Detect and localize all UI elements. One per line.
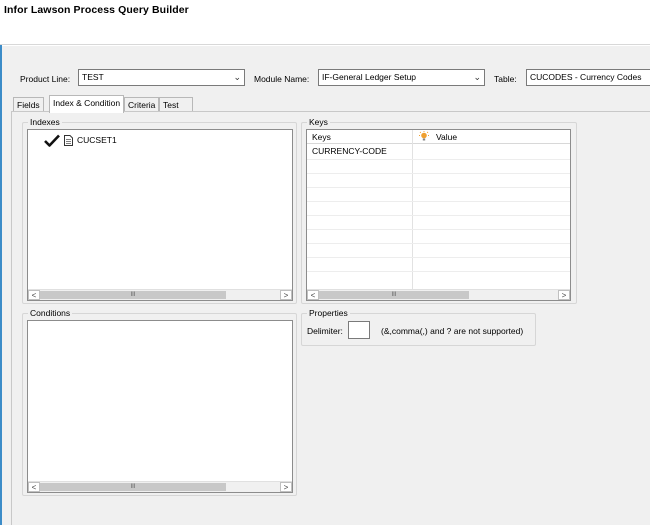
properties-title: Properties — [307, 308, 350, 318]
conditions-hscrollbar[interactable]: < III > — [28, 481, 292, 492]
product-line-label: Product Line: — [20, 74, 71, 84]
arrow-right-icon[interactable]: > — [280, 290, 292, 300]
keys-group: Keys Keys Value CURRENCY-CODE < III > — [301, 117, 577, 304]
window-title: Infor Lawson Process Query Builder — [4, 4, 189, 16]
table-select[interactable]: CUCODES - Currency Codes — [526, 69, 650, 86]
arrow-right-icon[interactable]: > — [558, 290, 570, 300]
product-line-select[interactable]: TEST ⌄ — [78, 69, 245, 86]
row-divider — [307, 257, 570, 258]
tab-test-label: Test — [163, 100, 179, 110]
delimiter-label: Delimiter: — [307, 326, 343, 336]
scroll-thumb[interactable]: III — [40, 483, 226, 491]
indexes-title: Indexes — [28, 117, 62, 127]
arrow-left-icon[interactable]: < — [28, 482, 40, 492]
row-divider — [307, 215, 570, 216]
chevron-down-icon: ⌄ — [233, 72, 241, 82]
indexes-group: Indexes CUCSET1 < III > — [22, 117, 297, 304]
row-divider — [307, 243, 570, 244]
row-divider — [307, 159, 570, 160]
product-line-value: TEST — [82, 72, 104, 82]
arrow-left-icon[interactable]: < — [307, 290, 319, 300]
row-divider — [307, 201, 570, 202]
delimiter-note: (&,comma(,) and ? are not supported) — [381, 326, 524, 336]
scroll-grip: III — [130, 484, 136, 490]
tab-index-condition[interactable]: Index & Condition — [49, 95, 124, 113]
keys-grid-header: Keys Value — [307, 130, 570, 144]
value-column-header[interactable]: Value — [436, 132, 457, 142]
conditions-title: Conditions — [28, 308, 73, 318]
tab-index-condition-label: Index & Condition — [53, 98, 121, 108]
table-value: CUCODES - Currency Codes — [530, 72, 642, 82]
main-area: Product Line: TEST ⌄ Module Name: IF-Gen… — [2, 46, 650, 525]
keys-grid[interactable]: Keys Value CURRENCY-CODE < III > — [306, 129, 571, 301]
check-icon[interactable] — [44, 134, 60, 150]
document-icon — [64, 135, 73, 148]
title-bar: Infor Lawson Process Query Builder — [0, 0, 650, 45]
lightbulb-icon — [419, 131, 429, 144]
scroll-thumb[interactable]: III — [319, 291, 469, 299]
scroll-thumb[interactable]: III — [40, 291, 226, 299]
indexes-hscrollbar[interactable]: < III > — [28, 289, 292, 300]
row-divider — [307, 187, 570, 188]
scroll-grip: III — [130, 292, 136, 298]
arrow-left-icon[interactable]: < — [28, 290, 40, 300]
tab-fields-label: Fields — [17, 100, 40, 110]
table-row[interactable]: CURRENCY-CODE — [312, 146, 387, 156]
scroll-grip: III — [391, 292, 397, 298]
conditions-group: Conditions < III > — [22, 308, 297, 496]
module-name-select[interactable]: IF-General Ledger Setup ⌄ — [318, 69, 485, 86]
delimiter-input[interactable] — [348, 321, 370, 339]
table-label: Table: — [494, 74, 517, 84]
module-name-value: IF-General Ledger Setup — [322, 72, 417, 82]
row-divider — [307, 173, 570, 174]
arrow-right-icon[interactable]: > — [280, 482, 292, 492]
index-label: CUCSET1 — [77, 135, 117, 145]
indexes-list[interactable]: CUCSET1 < III > — [27, 129, 293, 301]
index-condition-panel: Indexes CUCSET1 < III > Keys Keys Value … — [11, 111, 650, 525]
column-divider — [412, 130, 413, 289]
keys-column-header[interactable]: Keys — [312, 132, 331, 142]
row-divider — [307, 229, 570, 230]
chevron-down-icon: ⌄ — [473, 72, 481, 82]
module-name-label: Module Name: — [254, 74, 310, 84]
keys-hscrollbar[interactable]: < III > — [307, 289, 570, 300]
properties-group: Properties Delimiter: (&,comma(,) and ? … — [301, 308, 536, 346]
keys-title: Keys — [307, 117, 330, 127]
tab-criteria-label: Criteria — [128, 100, 156, 110]
row-divider — [307, 271, 570, 272]
conditions-list[interactable]: < III > — [27, 320, 293, 493]
key-cell: CURRENCY-CODE — [312, 146, 387, 156]
